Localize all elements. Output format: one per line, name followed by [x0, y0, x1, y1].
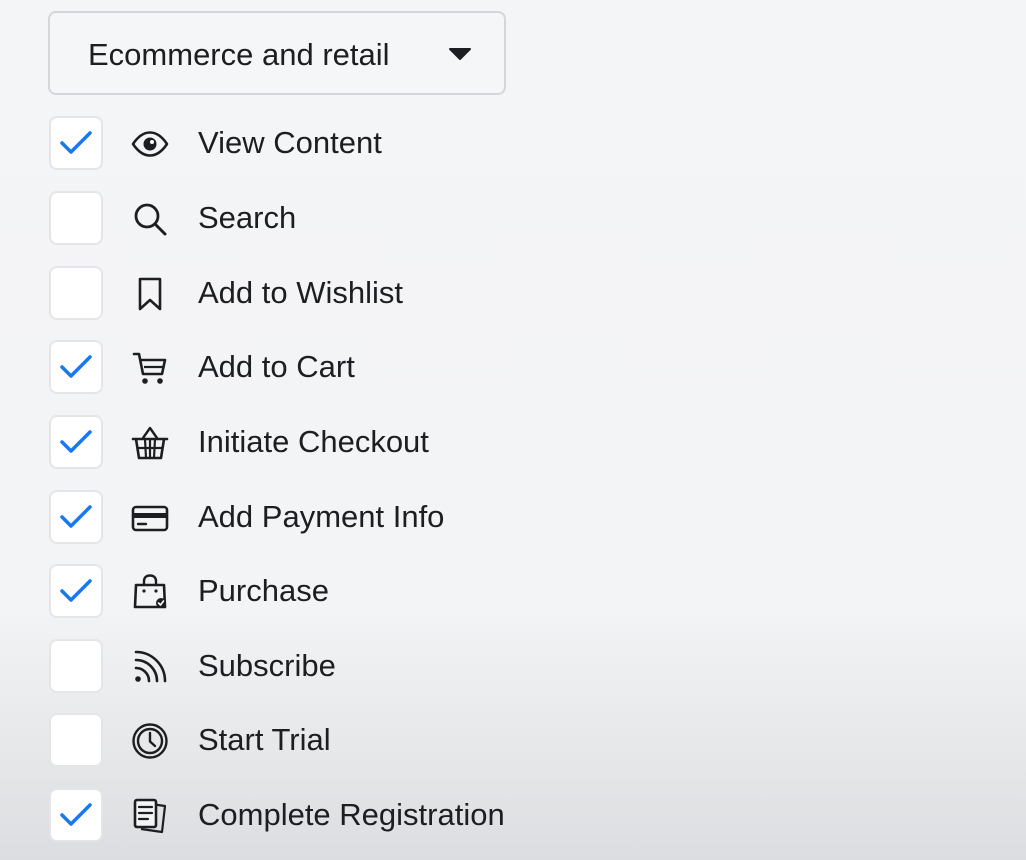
- credit-card-icon: [129, 498, 171, 538]
- event-checkbox[interactable]: [49, 788, 103, 842]
- event-label: Add to Wishlist: [198, 275, 404, 310]
- checkmark-icon: [60, 131, 92, 154]
- registration-form-icon: [129, 796, 171, 836]
- event-label: Search: [198, 200, 297, 235]
- clock-icon: [129, 721, 171, 761]
- event-checkbox[interactable]: [49, 564, 103, 618]
- event-label: Add Payment Info: [198, 499, 445, 534]
- cart-icon: [129, 348, 171, 388]
- event-checkbox[interactable]: [49, 415, 103, 469]
- event-row-add-to-wishlist[interactable]: Add to Wishlist: [49, 266, 609, 322]
- event-row-start-trial[interactable]: Start Trial: [49, 713, 609, 769]
- event-row-search[interactable]: Search: [49, 191, 609, 247]
- event-row-complete-registration[interactable]: Complete Registration: [49, 788, 609, 844]
- event-label: Initiate Checkout: [198, 424, 429, 459]
- checkmark-icon: [60, 505, 92, 528]
- event-checkbox[interactable]: [49, 713, 103, 767]
- event-label: View Content: [198, 125, 382, 160]
- event-label: Start Trial: [198, 722, 331, 757]
- event-checkbox[interactable]: [49, 490, 103, 544]
- basket-icon: [129, 423, 171, 463]
- event-label: Subscribe: [198, 648, 336, 683]
- event-label: Complete Registration: [198, 797, 505, 832]
- event-label: Add to Cart: [198, 349, 355, 384]
- event-row-purchase[interactable]: Purchase: [49, 564, 609, 620]
- event-row-add-to-cart[interactable]: Add to Cart: [49, 340, 609, 396]
- event-row-view-content[interactable]: View Content: [49, 116, 609, 172]
- event-row-initiate-checkout[interactable]: Initiate Checkout: [49, 415, 609, 471]
- event-checkbox[interactable]: [49, 266, 103, 320]
- checkmark-icon: [60, 803, 92, 826]
- checkmark-icon: [60, 579, 92, 602]
- bookmark-icon: [129, 274, 171, 314]
- event-row-subscribe[interactable]: Subscribe: [49, 639, 609, 695]
- event-checkbox[interactable]: [49, 639, 103, 693]
- event-label: Purchase: [198, 573, 329, 608]
- event-checkbox[interactable]: [49, 116, 103, 170]
- eye-icon: [129, 124, 171, 164]
- event-checkbox[interactable]: [49, 340, 103, 394]
- checkmark-icon: [60, 355, 92, 378]
- shopping-bag-icon: [129, 572, 171, 612]
- event-row-add-payment-info[interactable]: Add Payment Info: [49, 490, 609, 546]
- event-checkbox-list: View Content Search Add to Wishlist Add …: [0, 0, 1026, 860]
- search-icon: [129, 199, 171, 239]
- rss-icon: [129, 647, 171, 687]
- event-checkbox[interactable]: [49, 191, 103, 245]
- checkmark-icon: [60, 430, 92, 453]
